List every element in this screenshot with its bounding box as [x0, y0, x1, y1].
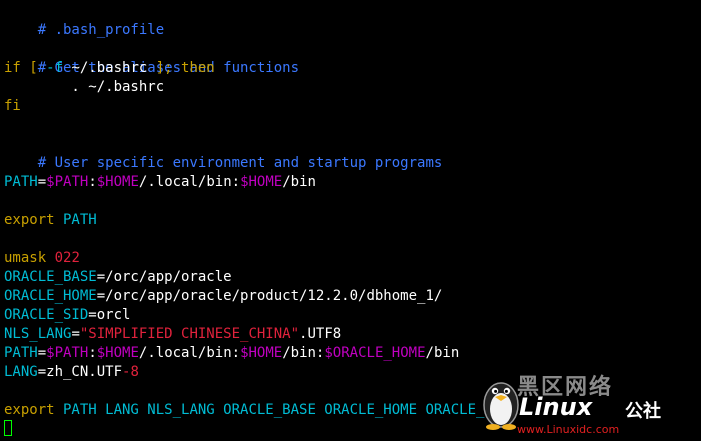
var-ref: $HOME: [240, 345, 283, 361]
code-line-6: fi: [4, 97, 701, 116]
code-line-10: PATH=$PATH:$HOME/.local/bin:$HOME/bin: [4, 173, 701, 192]
code-line-3: # Get the aliases and functions: [4, 40, 701, 76]
path-text: /.local/bin:: [138, 174, 241, 190]
keyword-if: if: [4, 60, 21, 76]
code-line-1: # .bash_profile: [4, 2, 701, 38]
umask-value: 022: [46, 250, 80, 266]
watermark-brand: Linux: [519, 393, 593, 421]
code-line-19: PATH=$PATH:$HOME/.local/bin:$HOME/bin:$O…: [4, 344, 701, 363]
code-line-18: NLS_LANG="SIMPLIFIED CHINESE_CHINA".UTF8: [4, 325, 701, 344]
var-ref: $HOME: [96, 174, 139, 190]
bracket-open: [: [20, 60, 47, 76]
path-text: /bin: [282, 174, 316, 190]
code-line-15: ORACLE_BASE=/orc/app/oracle: [4, 268, 701, 287]
var-ref: $PATH: [46, 345, 89, 361]
equals: =: [37, 345, 47, 361]
var-ref: $HOME: [240, 174, 283, 190]
comment-text: # User specific environment and startup …: [37, 155, 443, 171]
var-name: ORACLE_BASE: [4, 269, 97, 285]
code-line-12: export PATH: [4, 211, 701, 230]
var-name: LANG: [4, 364, 38, 380]
code-line-8: # User specific environment and startup …: [4, 135, 701, 171]
comment-text: # .bash_profile: [37, 22, 165, 38]
code-line-16: ORACLE_HOME=/orc/app/oracle/product/12.2…: [4, 287, 701, 306]
exported-names: PATH LANG NLS_LANG ORACLE_BASE ORACLE_HO…: [54, 402, 502, 418]
keyword-fi: fi: [4, 98, 21, 114]
equals: =: [71, 326, 80, 342]
var-name: ORACLE_SID: [4, 307, 89, 323]
var-value: =/orc/app/oracle: [96, 269, 232, 285]
path-text: /bin:: [282, 345, 325, 361]
watermark-brand-cn: 公社: [625, 401, 661, 422]
var-value: =zh_CN.UTF: [37, 364, 123, 380]
text-cursor[interactable]: [4, 420, 12, 436]
colon: :: [88, 345, 97, 361]
code-line-14: umask 022: [4, 249, 701, 268]
path-text: /bin: [425, 345, 460, 361]
var-name: ORACLE_HOME: [4, 288, 97, 304]
var-value: =orcl: [88, 307, 131, 323]
var-name: PATH: [4, 345, 38, 361]
code-line-5: . ~/.bashrc: [4, 78, 701, 97]
source-command: . ~/.bashrc: [4, 79, 165, 95]
test-flag: -f: [46, 60, 64, 76]
keyword-then: then: [172, 60, 215, 76]
bracket-close: ];: [155, 60, 173, 76]
code-line-17: ORACLE_SID=orcl: [4, 306, 701, 325]
colon: :: [88, 174, 97, 190]
watermark-url: www.Linuxidc.com: [517, 423, 620, 436]
equals: =: [37, 174, 47, 190]
var-ref: $HOME: [96, 345, 139, 361]
string-literal: "SIMPLIFIED CHINESE_CHINA": [79, 326, 300, 342]
var-value: =/orc/app/oracle/product/12.2.0/dbhome_1…: [96, 288, 443, 304]
var-value: .UTF8: [299, 326, 342, 342]
watermark-logo: 黑区网络 Linux 公社 www.Linuxidc.com: [457, 369, 697, 437]
keyword-umask: umask: [4, 250, 47, 266]
path-text: ~/.bashrc: [63, 60, 156, 76]
code-line-4: if [ -f ~/.bashrc ]; then: [4, 59, 701, 78]
keyword-export: export: [4, 402, 55, 418]
var-ref: $PATH: [46, 174, 89, 190]
keyword-export: export: [4, 212, 55, 228]
var-ref: $ORACLE_HOME: [324, 345, 426, 361]
var-name: PATH: [54, 212, 97, 228]
var-name: NLS_LANG: [4, 326, 72, 342]
path-text: /.local/bin:: [138, 345, 241, 361]
number-literal: -8: [122, 364, 139, 380]
var-name: PATH: [4, 174, 38, 190]
